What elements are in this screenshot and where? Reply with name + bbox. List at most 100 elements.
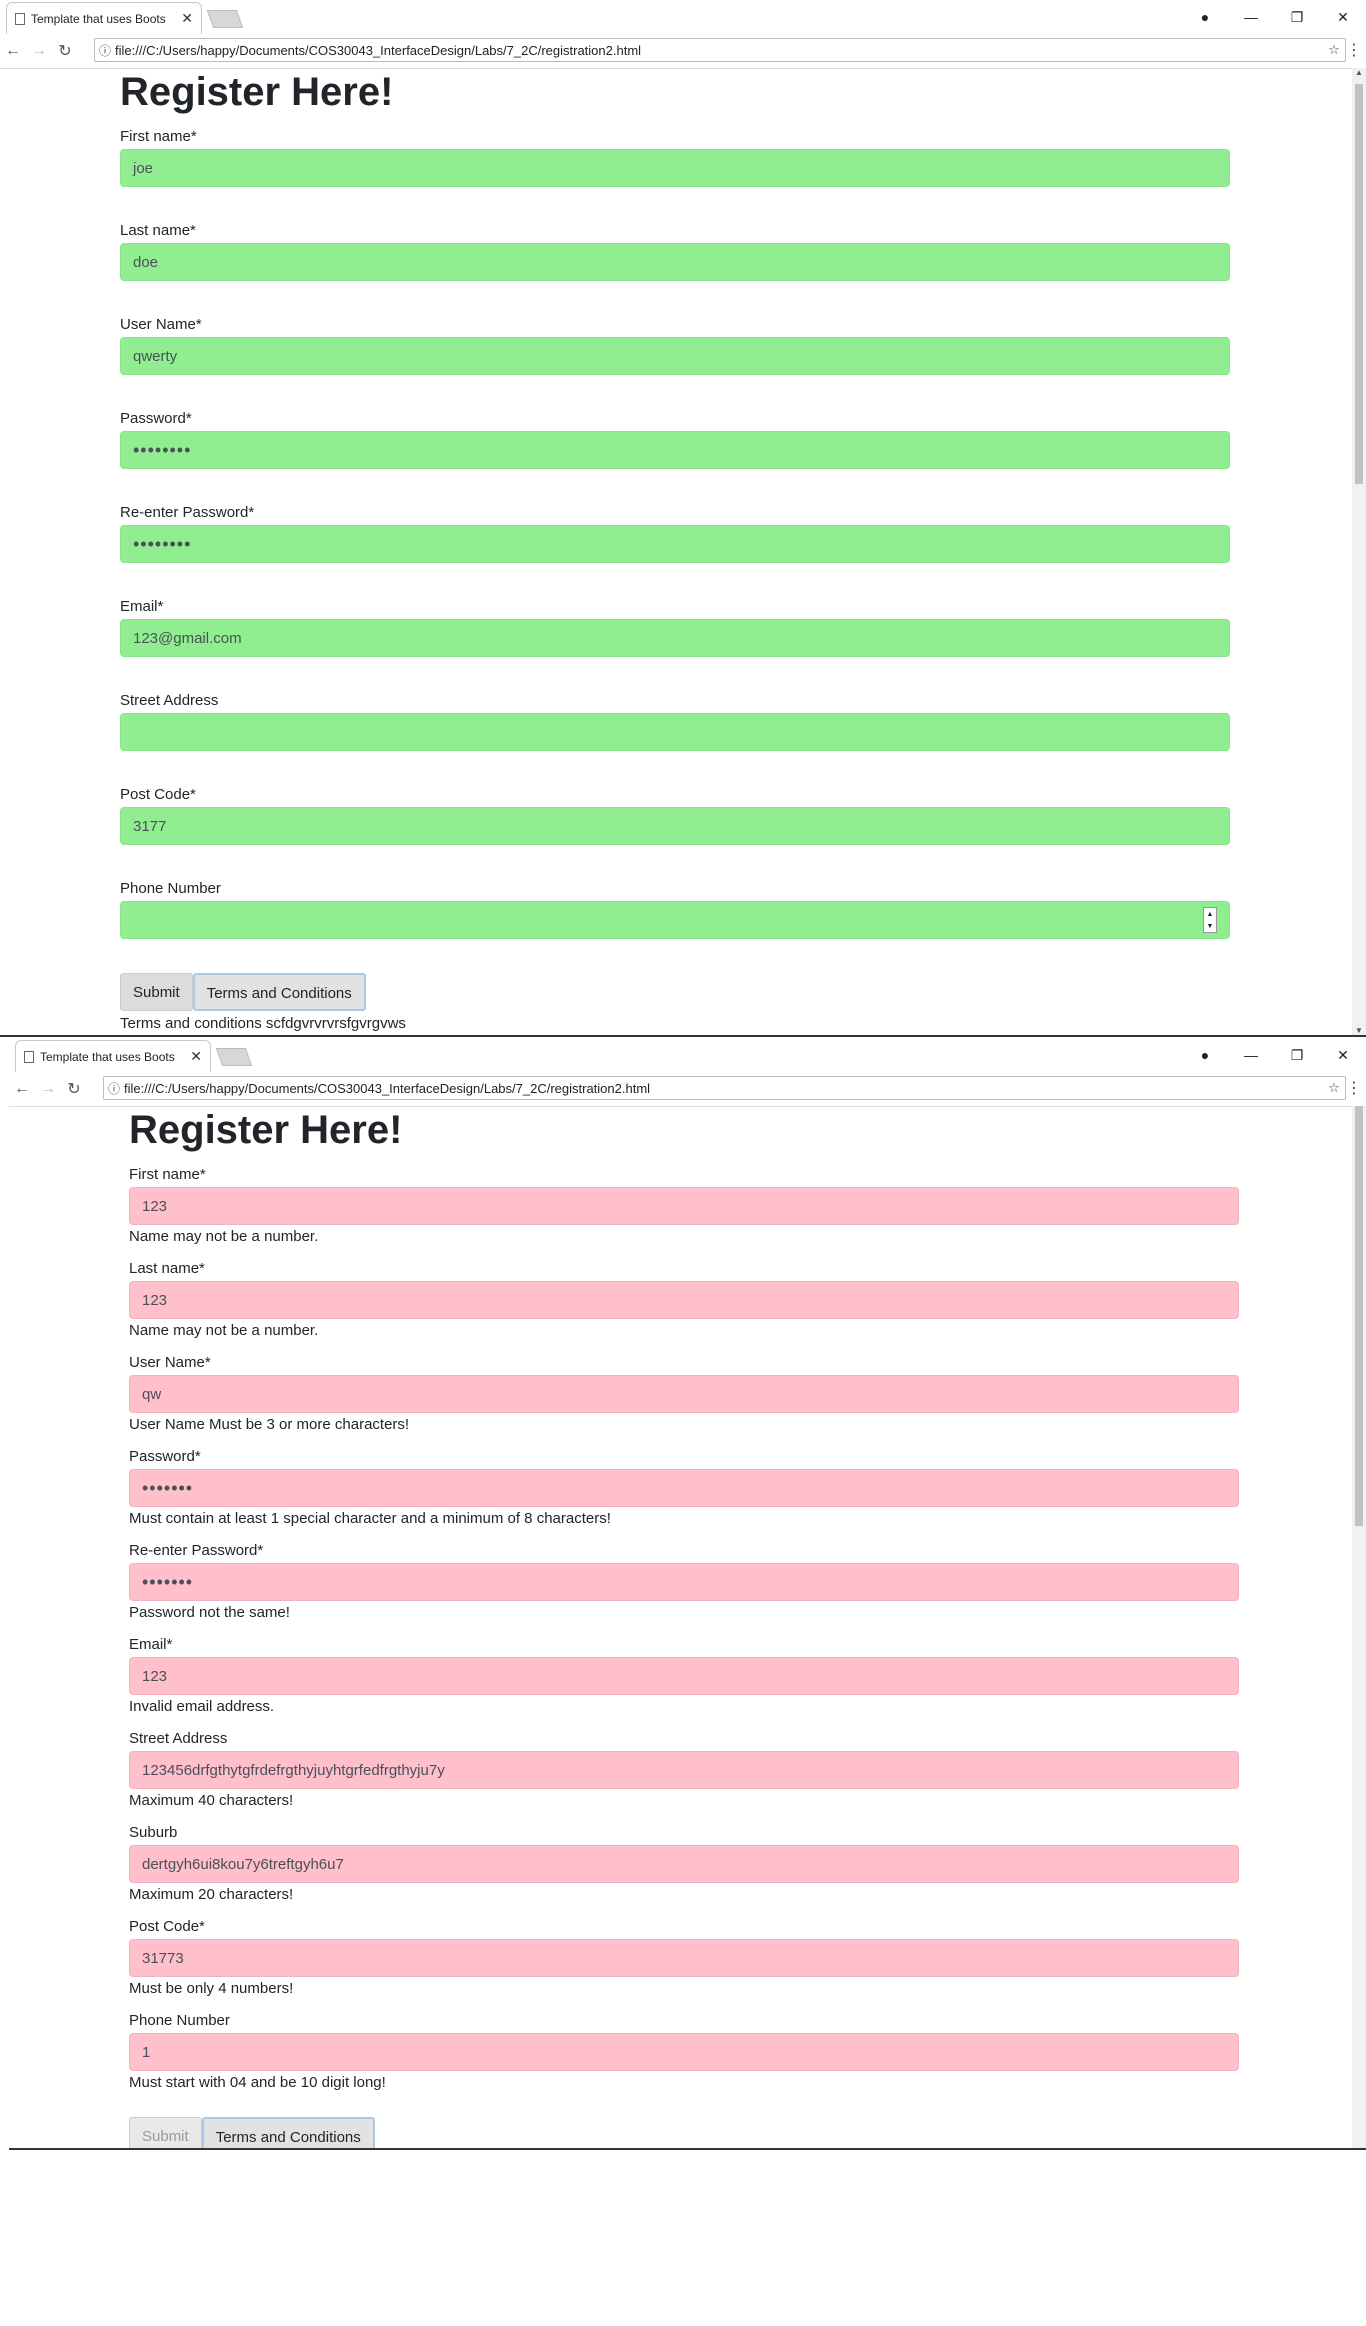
field-label: Street Address xyxy=(120,692,219,709)
field-label: Post Code* xyxy=(129,1918,205,1935)
close-icon[interactable]: ✕ xyxy=(181,10,193,27)
input-field[interactable]: 123@gmail.com xyxy=(120,619,1230,657)
input-field[interactable]: •••••••• xyxy=(120,525,1230,563)
input-field[interactable] xyxy=(120,713,1230,751)
input-value: doe xyxy=(133,253,159,271)
account-icon[interactable]: ● xyxy=(1182,1047,1228,1063)
url-text[interactable]: file:///C:/Users/happy/Documents/COS3004… xyxy=(124,1081,1323,1096)
terms-text: Terms and conditions scfdgvrvrvrsfgvrgvw… xyxy=(120,1015,406,1032)
page-icon xyxy=(15,12,25,25)
scroll-thumb[interactable] xyxy=(1355,84,1363,484)
scroll-up-icon[interactable]: ▲ xyxy=(1352,68,1366,77)
star-icon[interactable]: ☆ xyxy=(1323,1080,1345,1096)
browser-window-valid: Template that uses Boots ✕ ● — ❐ ✕ ← → ↻… xyxy=(0,0,1366,1037)
browser-tab[interactable]: Template that uses Boots ✕ xyxy=(6,2,202,34)
field-label: Phone Number xyxy=(129,2012,230,2029)
browser-tab[interactable]: Template that uses Boots ✕ xyxy=(15,1040,211,1072)
input-field[interactable]: doe xyxy=(120,243,1230,281)
number-spinner-icon[interactable]: ▲ ▼ xyxy=(1203,907,1217,933)
registration-form: Register Here! xyxy=(129,1106,1239,1154)
tab-title: Template that uses Boots xyxy=(40,1049,175,1064)
restore-icon[interactable]: ❐ xyxy=(1274,9,1320,26)
field-label: First name* xyxy=(120,128,197,145)
browser-toolbar: ← → ↻ ⓘ file:///C:/Users/happy/Documents… xyxy=(9,1072,1366,1107)
input-field[interactable]: ••••••• xyxy=(129,1563,1239,1601)
page-viewport: Register Here! First name* joe Last name* d… xyxy=(0,68,1352,1035)
input-value: dertgyh6ui8kou7y6treftgyh6u7 xyxy=(142,1855,344,1873)
input-field[interactable]: 123 xyxy=(129,1187,1239,1225)
input-value: 123 xyxy=(142,1667,168,1685)
submit-button[interactable]: Submit xyxy=(120,973,193,1011)
input-field[interactable]: 31773 xyxy=(129,1939,1239,1977)
input-value: 123 xyxy=(142,1197,168,1215)
input-field[interactable]: 123 xyxy=(129,1657,1239,1695)
input-value: 123456drfgthytgfrdefrgthyjuyhtgrfedfrgth… xyxy=(142,1761,445,1779)
error-message: User Name Must be 3 or more characters! xyxy=(129,1416,410,1433)
restore-icon[interactable]: ❐ xyxy=(1274,1047,1320,1064)
field-label: User Name* xyxy=(120,316,202,333)
back-arrow-icon[interactable]: ← xyxy=(0,42,26,60)
input-field[interactable]: qwerty xyxy=(120,337,1230,375)
submit-button[interactable]: Submit xyxy=(129,2117,202,2148)
field-label: Post Code* xyxy=(120,786,196,803)
input-field[interactable]: dertgyh6ui8kou7y6treftgyh6u7 xyxy=(129,1845,1239,1883)
menu-dots-icon[interactable]: ⋮ xyxy=(1346,40,1362,60)
input-value: 3177 xyxy=(133,817,167,835)
menu-dots-icon[interactable]: ⋮ xyxy=(1346,1078,1362,1098)
scrollbar[interactable] xyxy=(1352,1106,1366,2148)
forward-arrow-icon[interactable]: → xyxy=(35,1080,61,1098)
star-icon[interactable]: ☆ xyxy=(1323,42,1345,58)
input-value: 123@gmail.com xyxy=(133,629,242,647)
input-field[interactable]: •••••••• xyxy=(120,431,1230,469)
input-value: ••••••• xyxy=(142,1477,194,1498)
address-bar[interactable]: ⓘ file:///C:/Users/happy/Documents/COS30… xyxy=(103,1076,1346,1100)
back-arrow-icon[interactable]: ← xyxy=(9,1080,35,1098)
field-label: First name* xyxy=(129,1166,206,1183)
input-field[interactable]: 123456drfgthytgfrdefrgthyjuyhtgrfedfrgth… xyxy=(129,1751,1239,1789)
info-icon[interactable]: ⓘ xyxy=(104,1080,124,1097)
input-value: ••••••• xyxy=(142,1571,194,1592)
minimize-icon[interactable]: — xyxy=(1228,1047,1274,1063)
error-message: Name may not be a number. xyxy=(129,1322,319,1339)
address-bar[interactable]: ⓘ file:///C:/Users/happy/Documents/COS30… xyxy=(94,38,1346,62)
forward-arrow-icon[interactable]: → xyxy=(26,42,52,60)
error-message: Name may not be a number. xyxy=(129,1228,319,1245)
url-text[interactable]: file:///C:/Users/happy/Documents/COS3004… xyxy=(115,43,1323,58)
error-message: Maximum 40 characters! xyxy=(129,1792,294,1809)
close-window-icon[interactable]: ✕ xyxy=(1320,9,1366,26)
title-bar: Template that uses Boots ✕ ● — ❐ ✕ xyxy=(9,1038,1366,1072)
reload-icon[interactable]: ↻ xyxy=(61,1079,87,1099)
input-field[interactable]: 1 xyxy=(129,2033,1239,2071)
error-message: Maximum 20 characters! xyxy=(129,1886,294,1903)
input-field[interactable]: ▲ ▼ xyxy=(120,901,1230,939)
info-icon[interactable]: ⓘ xyxy=(95,42,115,59)
minimize-icon[interactable]: — xyxy=(1228,9,1274,25)
input-value: •••••••• xyxy=(133,439,192,460)
scroll-down-icon[interactable]: ▼ xyxy=(1352,1026,1366,1035)
close-icon[interactable]: ✕ xyxy=(190,1048,202,1065)
input-field[interactable]: 123 xyxy=(129,1281,1239,1319)
new-tab-button[interactable] xyxy=(206,10,244,28)
field-label: Email* xyxy=(129,1636,173,1653)
input-field[interactable]: ••••••• xyxy=(129,1469,1239,1507)
input-field[interactable]: 3177 xyxy=(120,807,1230,845)
field-label: Last name* xyxy=(129,1260,205,1277)
field-label: Suburb xyxy=(129,1824,178,1841)
window-controls: ● — ❐ ✕ xyxy=(1182,1038,1366,1072)
page-icon xyxy=(24,1050,34,1063)
close-window-icon[interactable]: ✕ xyxy=(1320,1047,1366,1064)
page-title: Register Here! xyxy=(129,1108,403,1152)
new-tab-button[interactable] xyxy=(215,1048,253,1066)
account-icon[interactable]: ● xyxy=(1182,9,1228,25)
window-controls: ● — ❐ ✕ xyxy=(1182,0,1366,34)
terms-button[interactable]: Terms and Conditions xyxy=(192,973,366,1011)
reload-icon[interactable]: ↻ xyxy=(52,41,78,61)
field-label: Phone Number xyxy=(120,880,221,897)
scroll-thumb[interactable] xyxy=(1355,1106,1363,1526)
scrollbar[interactable]: ▲ ▼ xyxy=(1352,68,1366,1035)
field-label: User Name* xyxy=(129,1354,211,1371)
input-field[interactable]: qw xyxy=(129,1375,1239,1413)
field-label: Last name* xyxy=(120,222,196,239)
input-field[interactable]: joe xyxy=(120,149,1230,187)
terms-button[interactable]: Terms and Conditions xyxy=(201,2117,375,2148)
